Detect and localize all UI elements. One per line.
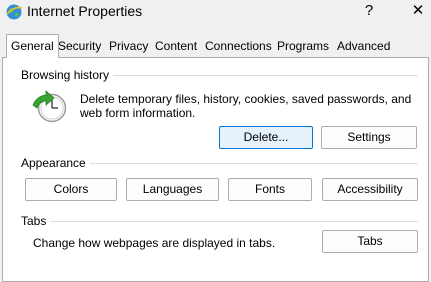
tab-advanced[interactable]: Advanced [337, 37, 390, 57]
window-title: Internet Properties [27, 3, 143, 19]
tab-general[interactable]: General [6, 34, 59, 58]
tab-programs[interactable]: Programs [277, 37, 329, 57]
history-clock-icon [32, 90, 67, 123]
tabs-divider [22, 221, 418, 222]
browsing-history-description-line1: Delete temporary files, history, cookies… [80, 92, 412, 106]
languages-button[interactable]: Languages [126, 178, 219, 201]
tabs-settings-button[interactable]: Tabs [322, 230, 418, 253]
accessibility-button[interactable]: Accessibility [322, 178, 418, 201]
delete-history-button[interactable]: Delete... [219, 126, 313, 149]
history-settings-button[interactable]: Settings [321, 126, 417, 149]
title-bar: Internet Properties ? ✕ [0, 0, 431, 26]
tab-security[interactable]: Security [58, 37, 101, 57]
close-button[interactable]: ✕ [405, 0, 431, 24]
fonts-button[interactable]: Fonts [228, 178, 312, 201]
tab-connections[interactable]: Connections [205, 37, 272, 57]
browsing-history-heading: Browsing history [21, 68, 114, 82]
colors-button[interactable]: Colors [25, 178, 117, 201]
tab-content[interactable]: Content [155, 37, 197, 57]
browsing-history-description-line2: web form information. [80, 106, 196, 120]
appearance-heading: Appearance [21, 156, 90, 170]
internet-globe-icon [6, 4, 23, 20]
tabs-heading: Tabs [21, 214, 51, 228]
tab-privacy[interactable]: Privacy [109, 37, 148, 57]
tab-strip: General Security Privacy Content Connect… [0, 34, 431, 58]
tabs-description: Change how webpages are displayed in tab… [33, 236, 276, 250]
help-button[interactable]: ? [356, 0, 382, 24]
